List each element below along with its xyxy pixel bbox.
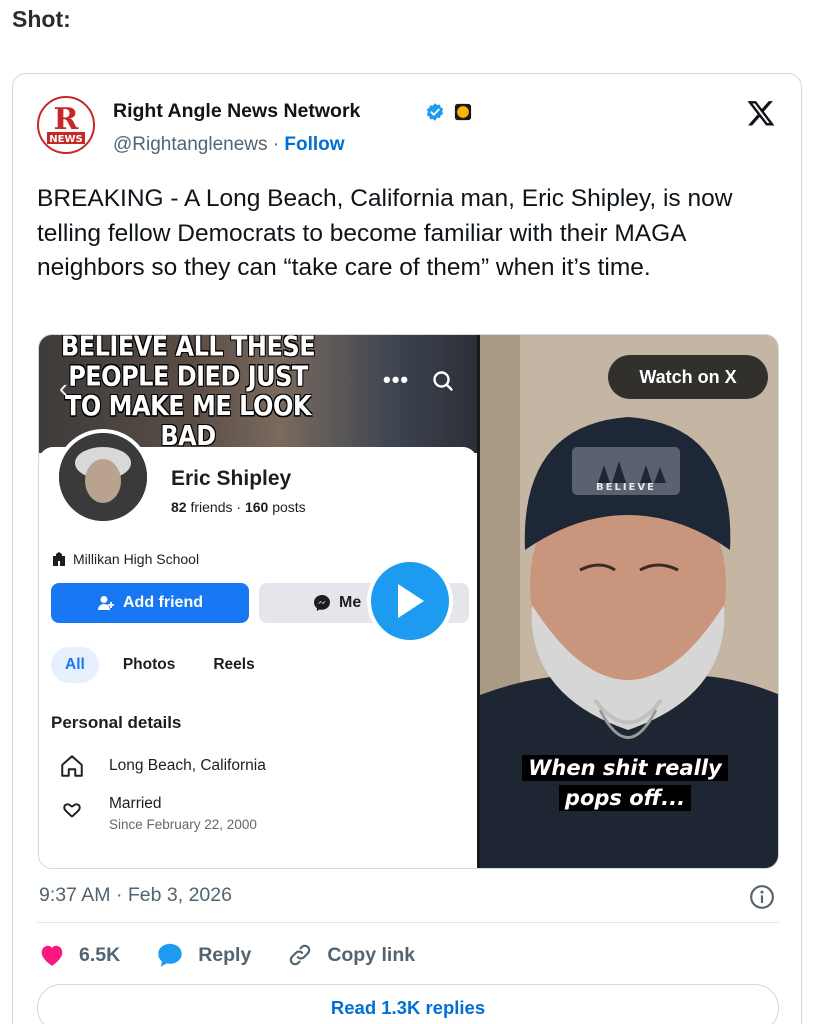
location-text: Long Beach, California (109, 757, 266, 774)
verified-badge-icon (426, 103, 444, 121)
x-logo-icon[interactable] (745, 98, 777, 128)
tweet-actions: 6.5K Reply Copy link (39, 940, 451, 970)
add-friend-label: Add friend (123, 594, 203, 611)
reply-label: Reply (198, 943, 252, 966)
author-handle[interactable]: @Rightanglenews (113, 134, 268, 155)
friends-count: 82 (171, 499, 187, 515)
school-icon (53, 552, 65, 566)
author-name[interactable]: Right Angle News Network (113, 100, 360, 123)
tweet-timestamp[interactable]: 9:37 AM · Feb 3, 2026 (39, 884, 232, 907)
message-label: Me (339, 594, 362, 611)
affiliate-badge-icon (454, 103, 472, 121)
reply-bubble-icon (158, 943, 182, 967)
copy-link-button[interactable]: Copy link (287, 942, 415, 968)
profile-photo (59, 433, 147, 521)
add-friend-icon (98, 596, 114, 610)
add-friend-button: Add friend (51, 583, 249, 623)
relationship-text-group: Married Since February 22, 2000 (109, 795, 257, 832)
home-icon (61, 755, 83, 777)
more-dots-icon: ••• (383, 367, 410, 392)
profile-tabs: All Photos Reels (51, 647, 269, 683)
reply-button[interactable]: Reply (156, 942, 251, 968)
profile-stats: 82 friends · 160 posts (171, 499, 306, 515)
play-icon (398, 584, 424, 618)
author-avatar[interactable]: R NEWS (37, 96, 95, 154)
profile-avatar (55, 429, 151, 525)
author-handle-row: @Rightanglenews · Follow (113, 134, 345, 156)
follow-link[interactable]: Follow (284, 134, 344, 155)
link-icon (290, 944, 311, 966)
personal-details-title: Personal details (51, 713, 182, 732)
chevron-left-icon: ‹ (59, 373, 68, 403)
relationship-text: Married (109, 795, 162, 812)
video-pane[interactable]: BELIEVE Watch on X When shit really pops… (480, 335, 778, 868)
hearts-icon (63, 803, 81, 818)
play-button[interactable] (367, 558, 453, 644)
relationship-since: Since February 22, 2000 (109, 817, 257, 832)
tweet-embed-card: R NEWS Right Angle News Network @Rightan… (12, 73, 802, 1024)
tab-all: All (51, 647, 99, 683)
logo-icon: R NEWS (40, 99, 92, 151)
watch-on-x-button[interactable]: Watch on X (608, 355, 768, 399)
tab-reels: Reels (213, 656, 255, 673)
like-button[interactable]: 6.5K (39, 943, 120, 967)
info-icon[interactable] (749, 884, 775, 910)
tweet-media[interactable]: BELIEVE ALL THESE PEOPLE DIED JUST TO MA… (38, 334, 779, 869)
search-icon (433, 371, 453, 391)
logo-letter: R (54, 102, 80, 137)
posts-count: 160 (244, 499, 269, 515)
caption-line-1: When shit really (522, 755, 728, 781)
location-row: Long Beach, California (59, 753, 266, 779)
caption-line-2: pops off... (558, 785, 692, 811)
friends-label: friends (190, 499, 233, 515)
tweet-header: R NEWS Right Angle News Network @Rightan… (37, 94, 779, 164)
beanie-text: BELIEVE (596, 482, 656, 493)
relationship-row: Married Since February 22, 2000 (59, 795, 257, 832)
tweet-text: BREAKING - A Long Beach, California man,… (37, 185, 733, 281)
facebook-profile-card: Eric Shipley 82 friends · 160 posts Mill… (39, 429, 477, 868)
heart-icon (41, 945, 63, 966)
read-replies-button[interactable]: Read 1.3K replies (37, 984, 779, 1024)
video-caption: When shit really pops off... (512, 753, 738, 813)
handle-separator: · (272, 134, 280, 155)
messenger-icon (314, 595, 330, 611)
school-row: Millikan High School (51, 551, 199, 567)
tab-photos: Photos (122, 656, 176, 673)
logo-word: NEWS (49, 134, 82, 145)
page-label: Shot: (12, 6, 71, 32)
copy-link-label: Copy link (327, 943, 416, 966)
divider (37, 922, 779, 923)
school-name: Millikan High School (73, 551, 200, 567)
profile-name: Eric Shipley (171, 467, 292, 490)
posts-label: posts (272, 499, 306, 515)
like-count: 6.5K (79, 943, 121, 966)
